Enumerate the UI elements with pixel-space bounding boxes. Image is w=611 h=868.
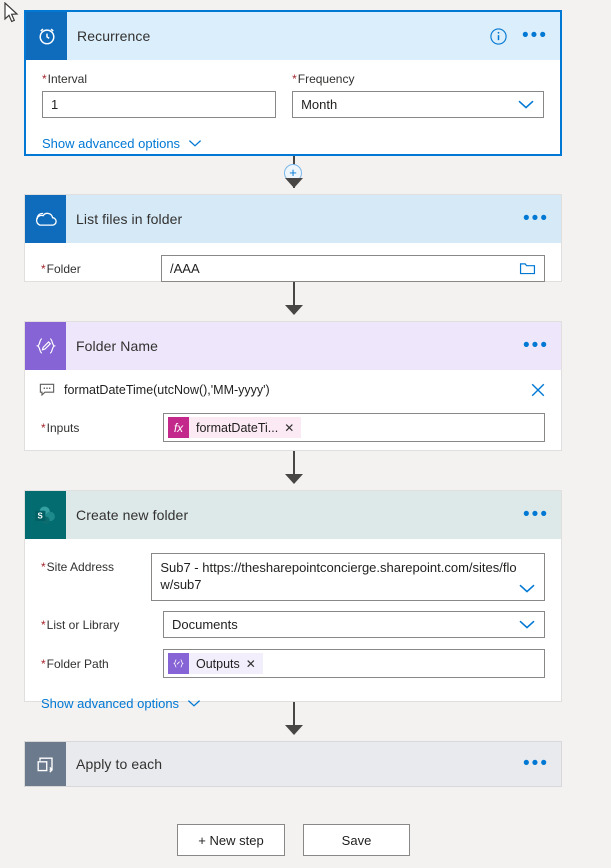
card-title-create-new-folder: Create new folder bbox=[76, 507, 189, 523]
card-menu-button-recurrence[interactable]: ••• bbox=[522, 26, 548, 45]
token-remove-icon[interactable]: ✕ bbox=[246, 657, 263, 671]
field-label-interval: *Interval bbox=[42, 72, 88, 86]
required-marker: * bbox=[41, 560, 46, 574]
card-header-list-files-in-folder[interactable]: List files in folder ••• bbox=[25, 195, 561, 243]
site-address-value: Sub7 - https://thesharepointconcierge.sh… bbox=[160, 560, 517, 592]
list-or-library-dropdown[interactable]: Documents bbox=[163, 611, 545, 638]
field-label-inputs: *Inputs bbox=[41, 420, 80, 435]
field-label-folder: *Folder bbox=[41, 261, 81, 276]
card-header-actions-create-new-folder: ••• bbox=[523, 491, 549, 539]
loop-icon bbox=[25, 742, 66, 786]
required-marker: * bbox=[41, 656, 46, 671]
folder-picker-icon[interactable] bbox=[519, 261, 536, 276]
show-advanced-options-label: Show advanced options bbox=[42, 136, 181, 151]
chevron-down-icon bbox=[188, 700, 201, 707]
show-advanced-options-label: Show advanced options bbox=[41, 696, 180, 711]
card-menu-button-folder-name[interactable]: ••• bbox=[523, 336, 549, 355]
step-card-create-new-folder[interactable]: S Create new folder ••• *Site Address Su… bbox=[24, 490, 562, 711]
step-card-apply-to-each[interactable]: Apply to each ••• bbox=[24, 741, 562, 787]
required-marker: * bbox=[41, 261, 46, 276]
card-title-apply-to-each: Apply to each bbox=[76, 756, 163, 772]
card-body-recurrence: *Interval 1 *Frequency Month Show advanc… bbox=[26, 60, 560, 153]
folder-input[interactable]: /AAA bbox=[161, 255, 545, 282]
comment-row-folder-name: formatDateTime(utcNow(),'MM-yyyy') bbox=[25, 370, 561, 399]
card-title-folder-name: Folder Name bbox=[76, 338, 159, 354]
card-header-apply-to-each[interactable]: Apply to each ••• bbox=[25, 742, 561, 786]
expression-token-formatdatetime[interactable]: fx formatDateTi... ✕ bbox=[168, 417, 302, 438]
compose-badge-icon bbox=[168, 653, 189, 674]
token-remove-icon[interactable]: ✕ bbox=[284, 421, 301, 435]
new-step-button[interactable]: + New step bbox=[177, 824, 285, 856]
card-menu-button-create-new-folder[interactable]: ••• bbox=[523, 505, 549, 524]
token-label: Outputs bbox=[196, 656, 240, 671]
compose-icon bbox=[25, 322, 66, 370]
connector-arrow-3 bbox=[285, 474, 303, 484]
card-title-list-files-in-folder: List files in folder bbox=[76, 211, 183, 227]
required-marker: * bbox=[41, 617, 46, 632]
chevron-down-icon bbox=[517, 99, 535, 110]
interval-input[interactable]: 1 bbox=[42, 91, 277, 118]
onedrive-icon bbox=[25, 195, 66, 243]
card-title-recurrence: Recurrence bbox=[77, 28, 151, 44]
new-step-label: + New step bbox=[198, 832, 264, 848]
frequency-dropdown[interactable]: Month bbox=[292, 91, 544, 118]
card-body-create-new-folder: *Site Address Sub7 - https://thesharepoi… bbox=[25, 539, 561, 713]
save-button[interactable]: Save bbox=[303, 824, 410, 856]
required-marker: * bbox=[42, 72, 47, 86]
show-advanced-options-recurrence[interactable]: Show advanced options bbox=[42, 136, 202, 151]
card-header-actions-folder-name: ••• bbox=[523, 322, 549, 370]
connector-arrow-1 bbox=[285, 178, 303, 188]
chevron-down-icon bbox=[189, 140, 202, 147]
comment-icon bbox=[39, 383, 55, 397]
chevron-down-icon bbox=[518, 619, 536, 630]
card-header-actions-recurrence: ••• bbox=[489, 12, 548, 60]
card-header-recurrence[interactable]: Recurrence ••• bbox=[26, 12, 560, 60]
connector-arrow-2 bbox=[285, 305, 303, 315]
card-header-folder-name[interactable]: Folder Name ••• bbox=[25, 322, 561, 370]
comment-text: formatDateTime(utcNow(),'MM-yyyy') bbox=[64, 383, 270, 397]
card-header-create-new-folder[interactable]: S Create new folder ••• bbox=[25, 491, 561, 539]
folder-path-field[interactable]: Outputs ✕ bbox=[163, 649, 545, 678]
connector-arrow-4 bbox=[285, 725, 303, 735]
token-label: formatDateTi... bbox=[196, 420, 279, 435]
card-menu-button-list-files-in-folder[interactable]: ••• bbox=[523, 209, 549, 228]
required-marker: * bbox=[292, 72, 297, 86]
dynamic-content-token-outputs[interactable]: Outputs ✕ bbox=[168, 653, 263, 674]
field-label-site-address: *Site Address bbox=[41, 560, 115, 574]
show-advanced-options-create-new-folder[interactable]: Show advanced options bbox=[41, 696, 201, 711]
card-menu-button-apply-to-each[interactable]: ••• bbox=[523, 754, 549, 773]
sharepoint-icon: S bbox=[25, 491, 66, 539]
svg-text:S: S bbox=[37, 511, 42, 520]
field-label-list-or-library: *List or Library bbox=[41, 617, 120, 632]
field-label-frequency: *Frequency bbox=[292, 72, 355, 86]
clock-icon bbox=[26, 12, 67, 60]
frequency-value: Month bbox=[301, 97, 338, 112]
inputs-field[interactable]: fx formatDateTi... ✕ bbox=[163, 413, 545, 442]
step-card-list-files-in-folder[interactable]: List files in folder ••• *Folder /AAA bbox=[24, 194, 562, 282]
save-label: Save bbox=[341, 832, 372, 848]
folder-value: /AAA bbox=[170, 261, 200, 276]
list-or-library-value: Documents bbox=[172, 617, 238, 632]
flow-designer-canvas: Recurrence ••• *Interval 1 *Frequency Mo… bbox=[0, 0, 611, 868]
card-body-folder-name: *Inputs fx formatDateTi... ✕ bbox=[25, 399, 561, 442]
info-icon[interactable] bbox=[489, 27, 508, 46]
chevron-down-icon bbox=[518, 583, 536, 595]
interval-value: 1 bbox=[51, 97, 59, 112]
step-card-recurrence[interactable]: Recurrence ••• *Interval 1 *Frequency Mo… bbox=[24, 10, 562, 156]
mouse-cursor-icon bbox=[4, 2, 19, 23]
close-icon[interactable] bbox=[529, 381, 547, 399]
fx-badge-icon: fx bbox=[168, 417, 189, 438]
card-header-actions-list-files: ••• bbox=[523, 195, 549, 243]
field-label-folder-path: *Folder Path bbox=[41, 656, 109, 671]
site-address-dropdown[interactable]: Sub7 - https://thesharepointconcierge.sh… bbox=[151, 553, 545, 601]
card-header-actions-apply-to-each: ••• bbox=[523, 742, 549, 786]
required-marker: * bbox=[41, 420, 46, 435]
step-card-folder-name[interactable]: Folder Name ••• formatDateTime(utcNow(),… bbox=[24, 321, 562, 451]
